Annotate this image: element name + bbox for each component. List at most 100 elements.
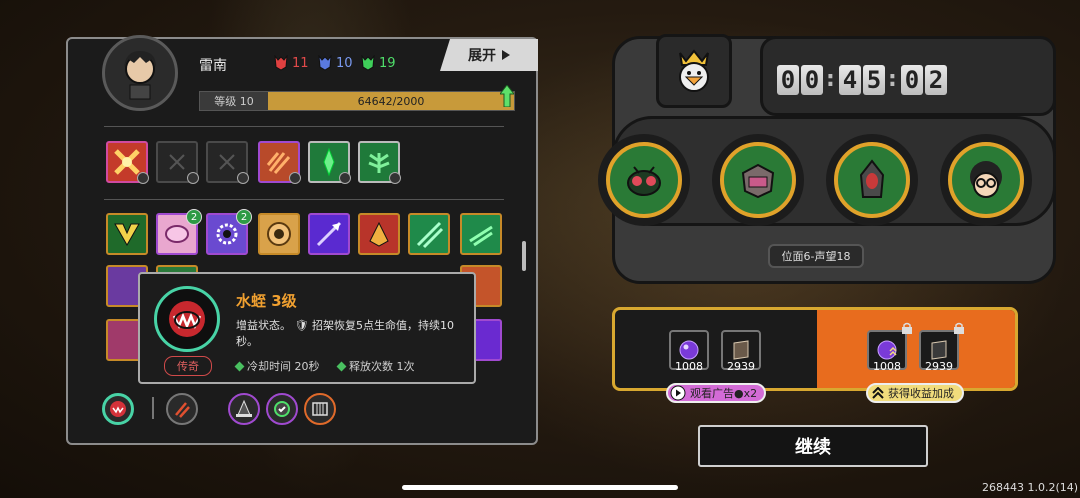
timer-digit: 2 [925, 65, 947, 95]
resource-red-value: 11 [292, 55, 309, 71]
timer-digit: 0 [777, 65, 799, 95]
cage-icon [312, 402, 328, 416]
skill-level-badge: 2 [236, 209, 252, 225]
crowned-bird-icon [679, 49, 709, 92]
bonus-book-count: 2939 [925, 360, 953, 373]
slot-corner [187, 172, 199, 184]
xp-text: 64642/2000 [357, 94, 425, 108]
get-bonus-button[interactable]: 获得收益加成 [866, 383, 964, 403]
skill-tooltip: 传奇 水蛭 3级 增益状态。 🛡 招架恢复5点生命值，持续10秒。 冷却时间 2… [138, 272, 476, 384]
slot-corner [137, 172, 149, 184]
timer-digit: 0 [801, 65, 823, 95]
enemy-portrait-hooded[interactable] [826, 134, 918, 226]
green-slash-icon [416, 221, 444, 249]
skill-thorn-ring[interactable]: 2 [206, 209, 252, 255]
diamond-icon [234, 361, 245, 371]
watch-ad-button[interactable]: 观看广告●x2 [666, 383, 766, 403]
level-bar: 等级 10 64642/2000 [199, 91, 515, 111]
timer-digit: 4 [839, 65, 861, 95]
home-indicator[interactable] [402, 485, 678, 490]
hooded-figure-icon [859, 159, 885, 198]
skill-green-v[interactable] [106, 213, 148, 255]
slot-5-green-blade[interactable] [308, 141, 351, 184]
wizard-hat-tab[interactable] [228, 393, 260, 425]
version-text: 268443 1.0.2(14) [982, 481, 1079, 494]
timer-colon: : [888, 67, 897, 92]
slot-corner [389, 172, 401, 184]
green-mask-icon [361, 55, 375, 71]
skill-spear[interactable] [308, 213, 350, 255]
eye-icon [267, 222, 291, 246]
claw-tab[interactable] [166, 393, 198, 425]
slot-3-empty[interactable] [206, 141, 249, 184]
slot-corner [237, 172, 249, 184]
skill-eye[interactable] [258, 213, 300, 255]
watch-ad-label: 观看广告●x2 [690, 387, 758, 400]
leech-mouth-icon [169, 301, 205, 337]
position-label: 位面6-声望18 [768, 244, 864, 268]
skill-green-slash[interactable] [408, 213, 450, 255]
divider-1 [104, 126, 504, 127]
slot-corner [339, 172, 351, 184]
helmet-icon [369, 221, 389, 247]
wizard-hat-icon [236, 399, 252, 417]
skill-pink-shell[interactable]: 2 [156, 209, 202, 255]
enemy-portrait-moth[interactable] [598, 134, 690, 226]
enemy-portrait-glasses[interactable] [940, 134, 1032, 226]
moth-icon [627, 166, 661, 196]
thorn-ring-icon [216, 223, 238, 245]
level-up-icon[interactable] [500, 85, 514, 107]
claw-icon [266, 152, 291, 174]
expand-label: 展开 [468, 48, 496, 64]
empty-slot-icon [169, 154, 185, 170]
timer-digit: 5 [863, 65, 885, 95]
shield-ring-tab[interactable] [266, 393, 298, 425]
skill-helmet[interactable] [358, 213, 400, 255]
resource-green-value: 19 [379, 55, 396, 71]
countdown-timer: 0 0 : 4 5 : 0 2 [760, 36, 1056, 116]
diamond-icon [336, 361, 347, 371]
skill-green-wave[interactable] [460, 213, 502, 255]
resource-blue: 10 [318, 55, 353, 71]
enemy-portrait-beetle[interactable] [712, 134, 804, 226]
leaf-icon [368, 153, 390, 173]
pink-shell-icon [165, 225, 189, 243]
green-blade-icon [323, 147, 335, 177]
selected-skill-tab[interactable] [102, 393, 134, 425]
scrollbar[interactable] [522, 241, 526, 271]
blue-mask-icon [318, 55, 332, 71]
timer-digit: 0 [901, 65, 923, 95]
slot-1-cross-strike[interactable] [106, 141, 149, 184]
resource-red: 11 [274, 55, 309, 71]
reward-orb-count: 1008 [675, 360, 703, 373]
green-wave-icon [469, 225, 493, 247]
timer-colon: : [826, 67, 835, 92]
slot-corner [289, 172, 301, 184]
purple-orb-icon [877, 340, 897, 360]
crown-badge [656, 34, 732, 108]
player-avatar[interactable] [102, 35, 178, 111]
slot-2-empty[interactable] [156, 141, 199, 184]
cross-strike-icon [114, 149, 140, 175]
book-icon [733, 340, 749, 360]
continue-button[interactable]: 继续 [698, 425, 928, 467]
slot-4-claw[interactable] [258, 141, 301, 184]
slot-6-leaf[interactable] [358, 141, 401, 184]
charges-stat: 释放次数 1次 [336, 358, 415, 374]
red-mask-icon [274, 55, 288, 71]
book-icon [931, 340, 947, 360]
tooltip-title: 水蛭 3级 [236, 292, 297, 310]
shield-ring-icon [274, 401, 290, 417]
lock-icon [902, 322, 912, 334]
level-label: 等级 10 [200, 92, 268, 110]
skill-level-badge: 2 [186, 209, 202, 225]
spear-icon [316, 221, 342, 247]
expand-button[interactable]: 展开 [440, 39, 538, 71]
empty-slot-icon [219, 154, 235, 170]
resource-green: 19 [361, 55, 396, 71]
divider-2 [104, 199, 504, 200]
bonus-section [817, 310, 1015, 388]
claw-icon [175, 402, 190, 418]
purple-orb-icon [679, 340, 699, 360]
cage-tab[interactable] [304, 393, 336, 425]
